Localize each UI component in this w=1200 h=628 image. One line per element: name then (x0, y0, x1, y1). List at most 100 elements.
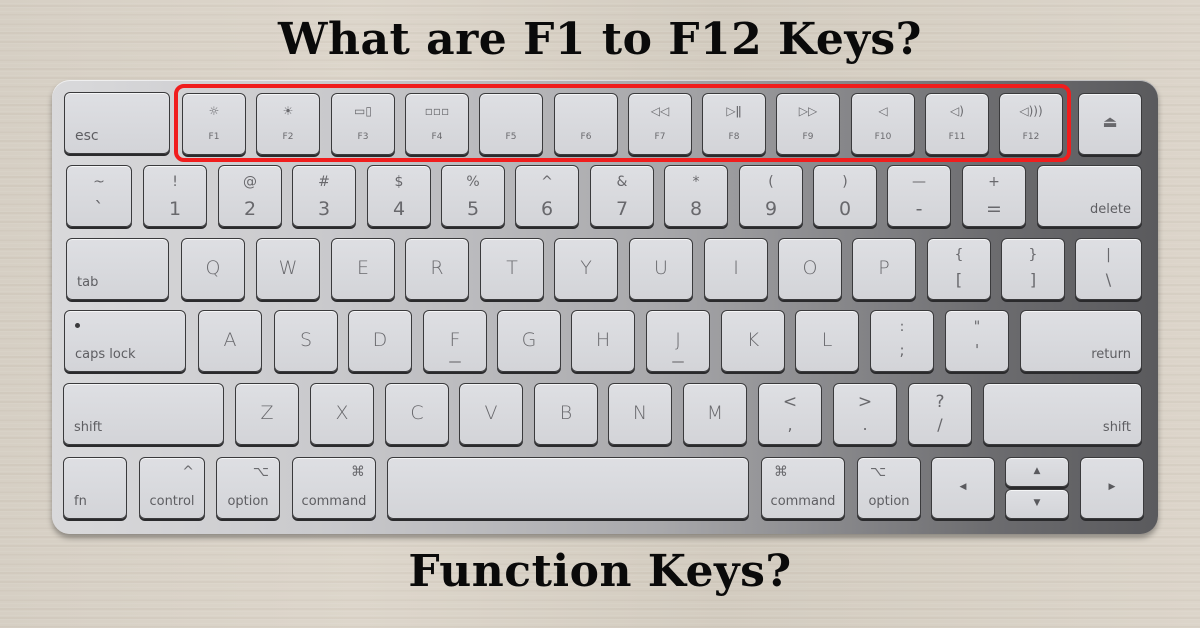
key-shift-right[interactable]: shift (983, 383, 1142, 445)
key-e[interactable]: E (331, 238, 395, 300)
key-f11[interactable]: ◁) F11 (925, 93, 989, 155)
key-g[interactable]: G (497, 310, 561, 372)
key-caps-lock[interactable]: caps lock (64, 310, 186, 372)
key-9[interactable]: (9 (739, 165, 803, 227)
key-t[interactable]: T (480, 238, 544, 300)
keyboard: esc ☼ F1 ☀ F2 ▭▯ F3 ▫▫▫ F4 F5 F6 ◁◁ F7 ▷ǁ F8 ▷▷ F9 ◁ F10 ◁)… (52, 80, 1158, 534)
key-=[interactable]: + = (962, 165, 1026, 227)
key-shift-char: ! (172, 174, 178, 190)
key-y[interactable]: Y (554, 238, 618, 300)
key-option-right[interactable]: ⌥ option (857, 457, 921, 519)
key-f9[interactable]: ▷▷ F9 (776, 93, 840, 155)
key-j[interactable]: J (646, 310, 710, 372)
key-shift-char: ( (768, 174, 774, 190)
key-k[interactable]: K (721, 310, 785, 372)
key-punct-b2[interactable]: ? / (908, 383, 972, 445)
key-5[interactable]: % 5 (441, 165, 505, 227)
key-space[interactable] (387, 457, 749, 519)
key-shift-char: + (988, 174, 1000, 190)
key-char: T (506, 257, 518, 279)
key-z[interactable]: Z (235, 383, 299, 445)
key-shift-left[interactable]: shift (63, 383, 224, 445)
key-6[interactable]: ^ 6 (515, 165, 579, 227)
key-control[interactable]: ^ control (139, 457, 205, 519)
arrow-down-icon: ▼ (1033, 498, 1041, 508)
key-i[interactable]: I (704, 238, 768, 300)
key-0[interactable]: ) 0 (813, 165, 877, 227)
key-tab[interactable]: tab (66, 238, 169, 300)
key-esc[interactable]: esc (64, 92, 170, 154)
key-command-left[interactable]: ⌘ command (292, 457, 376, 519)
key-bracket-1[interactable]: }] (1001, 238, 1065, 300)
key-s[interactable]: S (274, 310, 338, 372)
key-arrow-down[interactable]: ▼ (1005, 489, 1069, 519)
key-punct-0[interactable]: :; (870, 310, 934, 372)
key-shift-char: # (318, 174, 330, 190)
key-b[interactable]: B (534, 383, 598, 445)
key-backtick[interactable]: ~ ` (66, 165, 132, 227)
key-char: / (937, 415, 943, 434)
key-bracket-0[interactable]: {[ (927, 238, 991, 300)
key-p[interactable]: P (852, 238, 916, 300)
key-delete[interactable]: delete (1037, 165, 1142, 227)
key-h[interactable]: H (571, 310, 635, 372)
key-f3[interactable]: ▭▯ F3 (331, 93, 395, 155)
key-d[interactable]: D (348, 310, 412, 372)
key-v[interactable]: V (459, 383, 523, 445)
key-f12[interactable]: ◁))) F12 (999, 93, 1063, 155)
key-shift-char: " (973, 319, 981, 335)
key-o[interactable]: O (778, 238, 842, 300)
key-shift-char: — (912, 174, 926, 190)
key-char: E (356, 257, 369, 279)
key-q[interactable]: Q (181, 238, 245, 300)
key-l[interactable]: L (795, 310, 859, 372)
key-arrow-right[interactable]: ▶ (1080, 457, 1144, 519)
key-m[interactable]: M (683, 383, 747, 445)
key-f8[interactable]: ▷ǁ F8 (702, 93, 766, 155)
key-n[interactable]: N (608, 383, 672, 445)
key-f10[interactable]: ◁ F10 (851, 93, 915, 155)
key-f1[interactable]: ☼ F1 (182, 93, 246, 155)
key-eject[interactable]: ⏏ (1078, 93, 1142, 155)
key-1[interactable]: ! 1 (143, 165, 207, 227)
key-char: 9 (764, 198, 778, 220)
key-x[interactable]: X (310, 383, 374, 445)
key-punct-b0[interactable]: <, (758, 383, 822, 445)
key-char: H (595, 329, 611, 351)
key-arrow-left[interactable]: ◀ (931, 457, 995, 519)
key-7[interactable]: & 7 (590, 165, 654, 227)
key-8[interactable]: * 8 (664, 165, 728, 227)
key-w[interactable]: W (256, 238, 320, 300)
key-f2[interactable]: ☀ F2 (256, 93, 320, 155)
key-command-right[interactable]: ⌘ command (761, 457, 845, 519)
key-c[interactable]: C (385, 383, 449, 445)
brightness-down-icon: ☼ (208, 104, 220, 118)
key-r[interactable]: R (405, 238, 469, 300)
key-f6[interactable]: F6 (554, 93, 618, 155)
key-u[interactable]: U (629, 238, 693, 300)
fast-forward-icon: ▷▷ (798, 104, 818, 118)
key-punct-b1[interactable]: >. (833, 383, 897, 445)
arrow-up-icon: ▲ (1033, 466, 1041, 476)
key-f[interactable]: F (423, 310, 487, 372)
play-pause-icon: ▷ǁ (726, 104, 742, 118)
key-shift-char: : (899, 319, 905, 335)
key-shift-char: { (954, 247, 964, 263)
key-3[interactable]: #3 (292, 165, 356, 227)
key-option-left[interactable]: ⌥ option (216, 457, 280, 519)
key-4[interactable]: $4 (367, 165, 431, 227)
key-f5[interactable]: F5 (479, 93, 543, 155)
key-char: Y (580, 257, 592, 279)
key-f7[interactable]: ◁◁ F7 (628, 93, 692, 155)
key-return[interactable]: return (1020, 310, 1142, 372)
key-2[interactable]: @2 (218, 165, 282, 227)
key-punct-1[interactable]: " ' (945, 310, 1009, 372)
key-a[interactable]: A (198, 310, 262, 372)
key--[interactable]: — - (887, 165, 951, 227)
key-label: F7 (654, 132, 666, 142)
key-arrow-up[interactable]: ▲ (1005, 457, 1069, 487)
key-fn[interactable]: fn (63, 457, 127, 519)
key-label: control (149, 494, 195, 509)
key-bracket-2[interactable]: | \ (1075, 238, 1142, 300)
key-f4[interactable]: ▫▫▫ F4 (405, 93, 469, 155)
